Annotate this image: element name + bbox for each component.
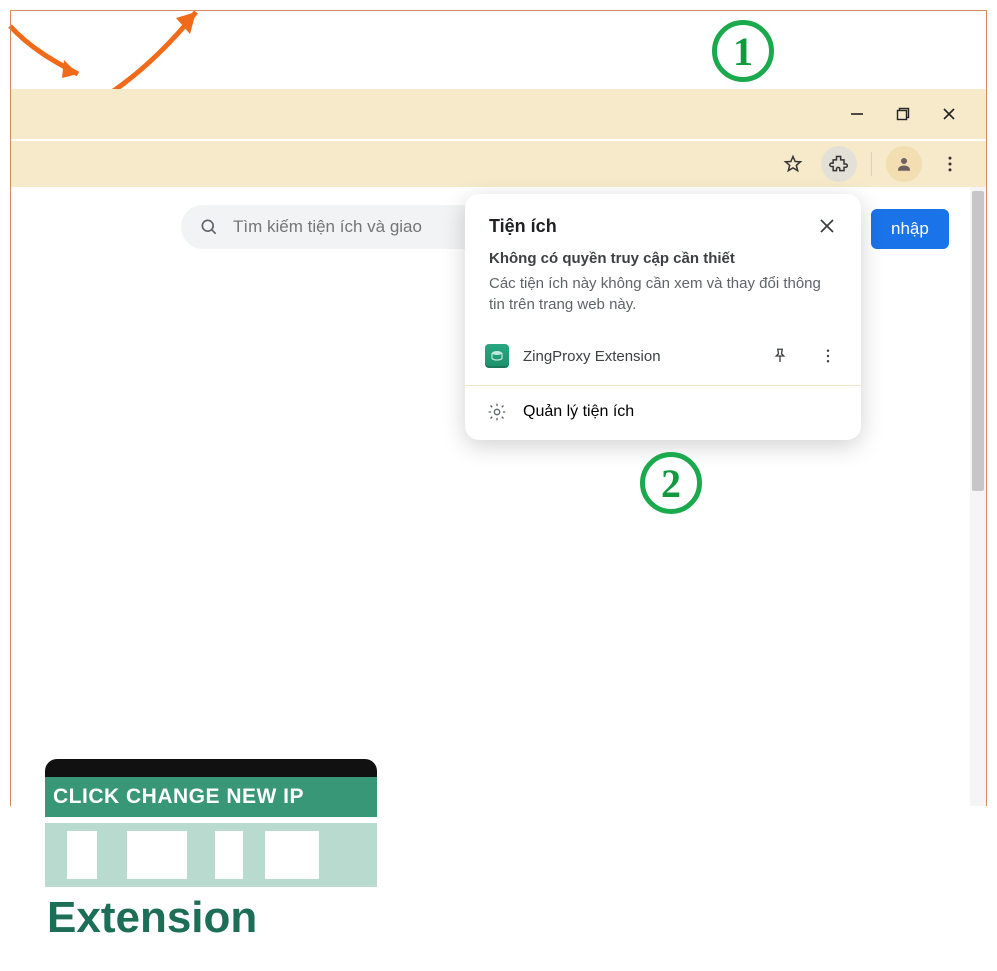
login-button[interactable]: nhập xyxy=(871,209,949,249)
manage-extensions-row[interactable]: Quản lý tiện ích xyxy=(465,386,861,440)
extensions-popup: Tiện ích Không có quyền truy cập cần thi… xyxy=(465,194,861,440)
window-close-button[interactable] xyxy=(940,105,958,123)
thumbnail-top-bar xyxy=(45,759,377,777)
toolbar-separator xyxy=(871,152,872,176)
thumbnail-title: Extension xyxy=(45,893,377,943)
bookmark-star-icon[interactable] xyxy=(775,146,811,182)
popup-subtitle: Không có quyền truy cập cần thiết xyxy=(465,250,861,271)
extension-item-label: ZingProxy Extension xyxy=(523,348,749,365)
manage-extensions-label: Quản lý tiện ích xyxy=(523,403,634,421)
thumbnail-banner: CLICK CHANGE NEW IP xyxy=(45,777,377,817)
extension-app-icon xyxy=(485,344,509,368)
window-minimize-button[interactable] xyxy=(848,105,866,123)
extension-item[interactable]: ZingProxy Extension xyxy=(465,329,861,386)
browser-toolbar xyxy=(11,139,986,187)
scrollbar-thumb[interactable] xyxy=(972,191,984,491)
extensions-icon[interactable] xyxy=(821,146,857,182)
thumbnail-decor xyxy=(45,823,377,887)
window-maximize-button[interactable] xyxy=(894,105,912,123)
popup-close-button[interactable] xyxy=(813,212,841,240)
popup-description: Các tiện ích này không cần xem và thay đ… xyxy=(465,271,861,329)
pin-extension-button[interactable] xyxy=(763,339,797,373)
extension-thumbnail-card[interactable]: CLICK CHANGE NEW IP Extension xyxy=(45,759,377,971)
popup-title: Tiện ích xyxy=(489,216,557,237)
annotation-step-2: 2 xyxy=(640,452,702,514)
extension-more-button[interactable] xyxy=(811,339,845,373)
browser-menu-icon[interactable] xyxy=(932,146,968,182)
annotation-step-1: 1 xyxy=(712,20,774,82)
gear-icon xyxy=(485,400,509,424)
scrollbar-track[interactable] xyxy=(970,187,986,806)
search-icon xyxy=(199,217,219,237)
profile-avatar-icon[interactable] xyxy=(886,146,922,182)
window-titlebar xyxy=(11,89,986,139)
